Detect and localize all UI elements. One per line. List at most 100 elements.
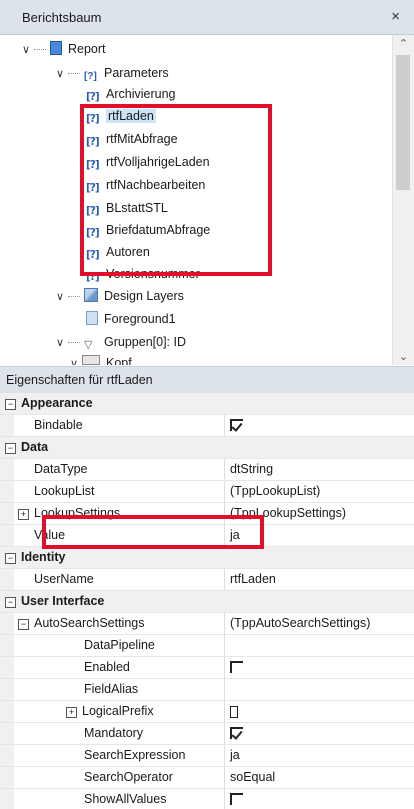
page-icon (86, 311, 98, 325)
parameter-icon: [?] (86, 91, 100, 103)
property-value[interactable]: (TppLookupSettings) (230, 503, 346, 524)
band-icon (82, 355, 100, 365)
property-row-autosearchsettings[interactable]: − AutoSearchSettings (TppAutoSearchSettin… (0, 613, 414, 635)
parameter-icon: [?] (86, 205, 100, 217)
tree-node-rtfladen[interactable]: [?] rtfLaden (86, 106, 156, 126)
property-row-mandatory[interactable]: Mandatory (0, 723, 414, 745)
report-tree[interactable]: ∨ Report ∨ [?] Parameters [?] Archivierung [… (0, 35, 414, 365)
property-name: LookupList (34, 484, 95, 498)
expand-icon[interactable]: + (18, 509, 29, 520)
property-row-showallvalues[interactable]: ShowAllValues (0, 789, 414, 809)
category-identity[interactable]: − Identity (0, 547, 414, 569)
parameter-icon: [?] (86, 136, 100, 148)
category-user-interface[interactable]: − User Interface (0, 591, 414, 613)
scrollbar-thumb[interactable] (396, 55, 410, 190)
property-row-lookuplist[interactable]: LookupList (TppLookupList) (0, 481, 414, 503)
tree-node-label: rtfLaden (106, 109, 156, 123)
property-row-value[interactable]: Value ja (0, 525, 414, 547)
property-name: SearchOperator (84, 770, 173, 784)
tree-node-parameters[interactable]: ∨ [?] Parameters (56, 63, 169, 83)
tree-connector (34, 39, 46, 50)
category-appearance[interactable]: − Appearance (0, 393, 414, 415)
properties-title: Eigenschaften für rtfLaden (6, 373, 153, 387)
tree-node-kopf[interactable]: ∨ Kopf (70, 353, 132, 365)
property-row-lookupsettings[interactable]: + LookupSettings (TppLookupSettings) (0, 503, 414, 525)
property-name: Mandatory (84, 726, 144, 740)
parameter-icon: [?] (86, 159, 100, 171)
collapse-icon[interactable]: − (5, 399, 16, 410)
tree-node-label: Foreground1 (104, 312, 176, 326)
chevron-down-icon[interactable]: ∨ (70, 354, 82, 365)
close-icon[interactable]: × (391, 8, 400, 25)
checkbox-checked-icon[interactable] (230, 419, 243, 431)
tree-node-label: Versionsnummer (106, 267, 200, 281)
property-row-enabled[interactable]: Enabled (0, 657, 414, 679)
tree-node-foreground1[interactable]: Foreground1 (86, 309, 176, 329)
chevron-down-icon[interactable]: ∨ (56, 287, 68, 307)
parameters-icon: [?] (84, 71, 97, 82)
property-value[interactable]: dtString (230, 459, 273, 480)
tree-connector (68, 332, 80, 343)
collapse-icon[interactable]: − (5, 553, 16, 564)
scroll-up-icon[interactable]: ⌃ (393, 37, 414, 50)
property-name: SearchExpression (84, 748, 186, 762)
property-row-datatype[interactable]: DataType dtString (0, 459, 414, 481)
tree-node-rtfmitabfrage[interactable]: [?] rtfMitAbfrage (86, 129, 178, 149)
property-name: Enabled (84, 660, 130, 674)
tree-node-autoren[interactable]: [?] Autoren (86, 242, 150, 262)
tree-node-label: Kopf (106, 356, 132, 365)
chevron-down-icon[interactable]: ∨ (56, 64, 68, 84)
property-name: ShowAllValues (84, 792, 167, 806)
tree-node-archivierung[interactable]: [?] Archivierung (86, 84, 175, 104)
collapse-icon[interactable]: − (5, 597, 16, 608)
property-row-username[interactable]: UserName rtfLaden (0, 569, 414, 591)
tree-node-gruppen[interactable]: ∨ ▽ Gruppen[0]: ID (56, 332, 186, 352)
property-name: DataPipeline (84, 638, 155, 652)
chevron-down-icon[interactable]: ∨ (22, 40, 34, 60)
checkbox-unchecked-icon[interactable] (230, 793, 243, 805)
checkbox-unchecked-icon[interactable] (230, 661, 243, 673)
tree-connector (68, 286, 80, 297)
property-row-datapipeline[interactable]: DataPipeline (0, 635, 414, 657)
property-value[interactable]: soEqual (230, 767, 275, 788)
property-name: FieldAlias (84, 682, 139, 696)
property-row-fieldalias[interactable]: FieldAlias (0, 679, 414, 701)
property-value[interactable]: (TppLookupList) (230, 481, 320, 502)
property-row-searchoperator[interactable]: SearchOperator soEqual (0, 767, 414, 789)
category-data[interactable]: − Data (0, 437, 414, 459)
property-name: UserName (34, 572, 94, 586)
property-value[interactable]: ja (230, 525, 240, 546)
scroll-down-icon[interactable]: ⌄ (393, 350, 414, 363)
filter-icon: ▽ (84, 339, 93, 351)
tree-node-rtfvolljahrigeladen[interactable]: [?] rtfVolljahrigeLaden (86, 152, 210, 172)
empty-set-icon[interactable] (230, 706, 238, 718)
collapse-icon[interactable]: − (5, 443, 16, 454)
property-row-bindable[interactable]: Bindable (0, 415, 414, 437)
report-icon (50, 41, 62, 55)
tree-node-report[interactable]: ∨ Report (22, 39, 106, 59)
tree-scrollbar[interactable]: ⌃ ⌄ (392, 35, 414, 365)
tree-node-label: rtfVolljahrigeLaden (106, 155, 210, 169)
parameter-icon: [?] (86, 271, 100, 283)
expand-icon[interactable]: + (66, 707, 77, 718)
tree-node-label: Report (68, 42, 106, 56)
layers-icon (84, 288, 98, 302)
tree-node-design-layers[interactable]: ∨ Design Layers (56, 286, 184, 306)
checkbox-checked-icon[interactable] (230, 727, 243, 739)
tree-node-rtfnachbearbeiten[interactable]: [?] rtfNachbearbeiten (86, 175, 205, 195)
parameter-icon: [?] (86, 182, 100, 194)
tree-node-label: BLstattSTL (106, 201, 168, 215)
property-grid[interactable]: − Appearance Bindable − Data DataType dtSt… (0, 393, 414, 809)
tree-node-blstattstl[interactable]: [?] BLstattSTL (86, 198, 168, 218)
tree-node-label: Archivierung (106, 87, 176, 101)
tree-node-label: rtfNachbearbeiten (106, 178, 206, 192)
property-value[interactable]: rtfLaden (230, 569, 276, 590)
property-row-searchexpression[interactable]: SearchExpression ja (0, 745, 414, 767)
collapse-icon[interactable]: − (18, 619, 29, 630)
chevron-down-icon[interactable]: ∨ (56, 333, 68, 353)
tree-node-versionsnummer[interactable]: [?] Versionsnummer (86, 264, 200, 284)
property-value[interactable]: (TppAutoSearchSettings) (230, 613, 370, 634)
property-row-logicalprefix[interactable]: + LogicalPrefix (0, 701, 414, 723)
tree-node-briefdatumabfrage[interactable]: [?] BriefdatumAbfrage (86, 220, 210, 240)
property-value[interactable]: ja (230, 745, 240, 766)
